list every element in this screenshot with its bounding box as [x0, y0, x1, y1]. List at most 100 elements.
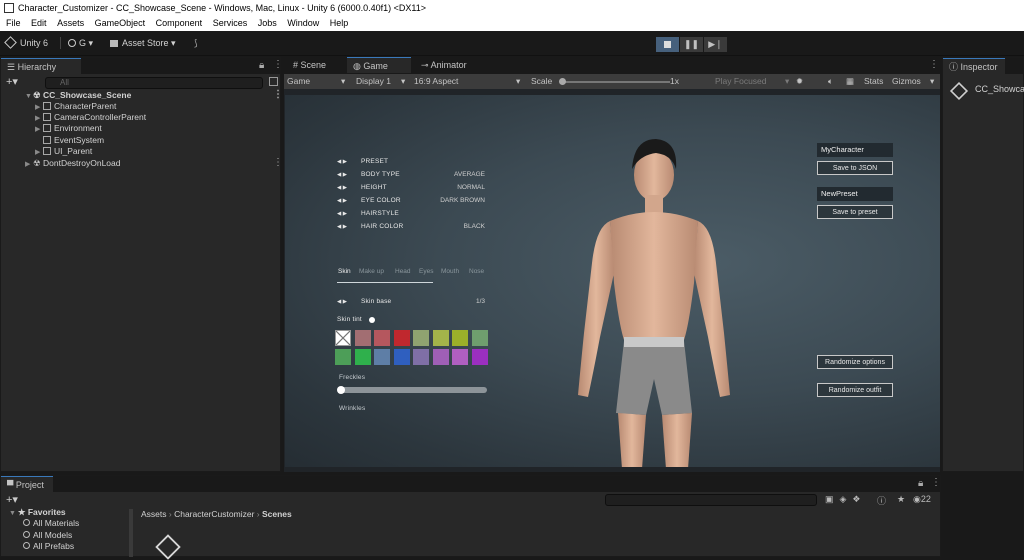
hierarchy-row-scene[interactable]: ▶ ☢ DontDestroyOnLoad ⋮ [25, 157, 283, 169]
menu-window[interactable]: Window [287, 16, 319, 31]
hierarchy-row[interactable]: ▶ CharacterParent [35, 101, 116, 112]
menu-services[interactable]: Services [213, 16, 248, 31]
lock-icon[interactable]: 🔒︎ [259, 60, 264, 71]
randomize-options-button[interactable]: Randomize options [817, 355, 893, 369]
height-arrows[interactable]: ◀ ▶ [337, 185, 347, 191]
menu-component[interactable]: Component [156, 16, 203, 31]
keyboard-icon[interactable]: ▦ [846, 74, 854, 89]
category-tab-skin[interactable]: Skin [338, 268, 351, 275]
more-options-icon[interactable]: ⋮ [929, 59, 939, 70]
tab-scene[interactable]: # Scene [287, 57, 332, 73]
category-tab-head[interactable]: Head [395, 268, 411, 275]
create-asset-button[interactable]: +▾ [6, 493, 18, 506]
save-to-preset-button[interactable]: Save to preset [817, 205, 893, 219]
stop-button[interactable] [656, 37, 679, 52]
menu-file[interactable]: File [6, 16, 21, 31]
scale-slider-knob[interactable] [559, 78, 566, 85]
game-render[interactable]: ◀ ▶ PRESET ◀ ▶ BODY TYPE AVERAGE ◀ ▶ HEI… [285, 95, 940, 467]
pause-button[interactable]: ❚❚ [680, 37, 703, 52]
hidden-packages-toggle[interactable]: ◉22 [913, 494, 931, 505]
more-options-icon[interactable]: ⋮ [273, 89, 283, 100]
hierarchy-row-scene[interactable]: ▼☢ CC_Showcase_Scene ⋮ [25, 89, 283, 101]
stats-button[interactable]: Stats [864, 74, 883, 89]
version-control-icon[interactable]: ⟆ [194, 37, 198, 50]
more-options-icon[interactable]: ⋮ [273, 59, 283, 70]
hierarchy-row[interactable]: EventSystem [35, 135, 104, 146]
tab-inspector[interactable]: ⓘ Inspector [943, 58, 1005, 74]
display-dropdown[interactable]: Display 1 ▾ [356, 74, 410, 89]
category-tab-mouth[interactable]: Mouth [441, 268, 459, 275]
category-tab-make-up[interactable]: Make up [359, 268, 384, 275]
menu-assets[interactable]: Assets [57, 16, 84, 31]
tab-project[interactable]: ▀ Project [1, 476, 53, 492]
breadcrumb-scenes[interactable]: Scenes [262, 509, 292, 519]
skin-tint-swatch[interactable] [471, 349, 488, 365]
skin-tint-swatch[interactable] [374, 330, 390, 346]
hierarchy-search-input[interactable]: All [45, 77, 263, 89]
game-mode-dropdown[interactable]: Game ▾ [287, 74, 347, 89]
filter-icon[interactable]: ⓘ [877, 494, 886, 507]
skin-tint-swatch[interactable] [335, 349, 351, 365]
project-toolbar-icons[interactable]: ▣◈❖ [825, 494, 867, 505]
menu-jobs[interactable]: Jobs [258, 16, 277, 31]
preset-name-field[interactable]: NewPreset [817, 187, 893, 201]
unity-version-button[interactable]: Unity 6 [4, 36, 48, 50]
scene-asset-icon[interactable] [155, 534, 181, 560]
scale-slider[interactable] [559, 78, 670, 85]
sun-icon[interactable]: ✹ [796, 74, 803, 89]
body-type-arrows[interactable]: ◀ ▶ [337, 172, 347, 178]
skin-tint-swatch[interactable] [432, 349, 449, 365]
eye-color-arrows[interactable]: ◀ ▶ [337, 198, 347, 204]
mute-audio-icon[interactable]: 🔈︎ [828, 74, 833, 89]
tab-animator[interactable]: ⊸ Animator [415, 57, 473, 73]
favorites-item[interactable]: All Models [23, 530, 72, 541]
lock-icon[interactable]: 🔒︎ [918, 478, 923, 489]
breadcrumb-charactercustomizer[interactable]: CharacterCustomizer [174, 509, 254, 519]
skin-tint-swatch[interactable] [393, 330, 410, 346]
asset-store-button[interactable]: Asset Store ▾ [110, 37, 176, 50]
aspect-dropdown[interactable]: 16:9 Aspect ▾ [414, 74, 524, 89]
skin-tint-swatch[interactable] [354, 330, 371, 346]
account-button[interactable]: G ▾ [68, 37, 93, 50]
more-options-icon[interactable]: ⋮ [931, 477, 941, 488]
project-search-input[interactable] [605, 494, 817, 506]
skin-tint-swatch[interactable] [413, 349, 429, 365]
character-name-field[interactable]: MyCharacter [817, 143, 893, 157]
preset-arrows[interactable]: ◀ ▶ [337, 159, 347, 165]
save-to-json-button[interactable]: Save to JSON [817, 161, 893, 175]
hierarchy-row[interactable]: ▶ Environment [35, 123, 102, 134]
freckles-slider-knob[interactable] [337, 386, 345, 394]
play-focused-dropdown[interactable]: Play Focused ▾ [715, 74, 791, 89]
skin-tint-swatch[interactable] [354, 349, 371, 365]
skin-tint-swatch[interactable] [335, 330, 351, 346]
skin-tint-swatch[interactable] [452, 349, 468, 365]
skin-tint-swatch[interactable] [452, 330, 468, 346]
skin-tint-swatch[interactable] [413, 330, 429, 346]
project-splitter[interactable] [129, 509, 133, 557]
favorites-header[interactable]: ▼ ★ Favorites [9, 507, 66, 518]
tab-hierarchy[interactable]: ☰ Hierarchy [1, 58, 81, 74]
hair-color-arrows[interactable]: ◀ ▶ [337, 224, 347, 230]
skin-base-arrows[interactable]: ◀ ▶ [337, 299, 347, 305]
menu-gameobject[interactable]: GameObject [95, 16, 146, 31]
skin-tint-swatch[interactable] [374, 349, 390, 365]
favorites-item[interactable]: All Prefabs [23, 541, 74, 552]
favorites-item[interactable]: All Materials [23, 518, 79, 529]
scene-search-icon[interactable] [269, 77, 278, 86]
hairstyle-arrows[interactable]: ◀ ▶ [337, 211, 347, 217]
tab-game[interactable]: ◍ Game [347, 57, 411, 73]
star-icon[interactable]: ★ [897, 494, 905, 505]
more-options-icon[interactable]: ⋮ [273, 157, 283, 168]
add-object-button[interactable]: +▾ [6, 75, 18, 88]
breadcrumb-assets[interactable]: Assets [141, 509, 167, 519]
category-tab-nose[interactable]: Nose [469, 268, 484, 275]
skin-tint-swatch[interactable] [432, 330, 449, 346]
skin-tint-swatch[interactable] [393, 349, 410, 365]
menu-edit[interactable]: Edit [31, 16, 47, 31]
menu-help[interactable]: Help [330, 16, 349, 31]
gizmos-dropdown[interactable]: Gizmos ▾ [892, 74, 936, 89]
hierarchy-row[interactable]: ▶ CameraControllerParent [35, 112, 146, 123]
hierarchy-row[interactable]: ▶ UI_Parent [35, 146, 92, 157]
randomize-outfit-button[interactable]: Randomize outfit [817, 383, 893, 397]
step-button[interactable]: ▶❘ [704, 37, 727, 52]
